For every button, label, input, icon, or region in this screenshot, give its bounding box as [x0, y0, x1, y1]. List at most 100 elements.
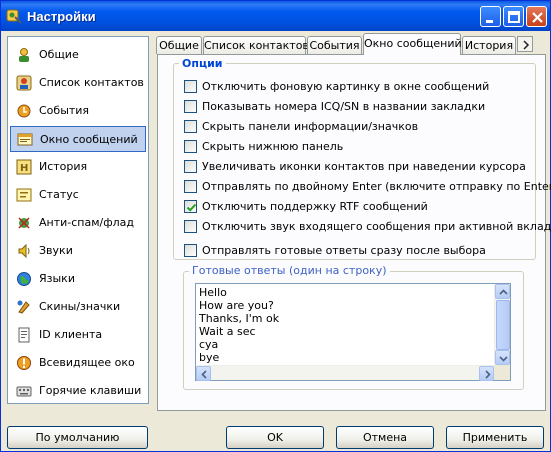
title-bar[interactable]: Настройки [1, 1, 550, 31]
sidebar-item-label: Всевидящее око [39, 356, 135, 369]
tab-message-window[interactable]: Окно сообщений [363, 33, 462, 55]
settings-window: Настройки Общие Список контактов События… [0, 0, 551, 452]
sidebar-item-antispam[interactable]: Анти-спам/флад [10, 210, 146, 236]
ok-button[interactable]: OK [226, 426, 324, 449]
antispam-icon [16, 215, 32, 231]
sidebar-item-label: Скины/значки [39, 300, 121, 313]
sound-icon [16, 243, 32, 259]
tab-general[interactable]: Общие [156, 36, 202, 54]
sidebar-item-label: Окно сообщений [40, 133, 138, 146]
reply-line: cya [199, 338, 219, 351]
sidebar-item-client-id[interactable]: ID клиента [10, 322, 146, 348]
reply-line: bye [199, 351, 220, 364]
sidebar-item-status[interactable]: Статус [10, 182, 146, 208]
sidebar-item-hotkeys[interactable]: Горячие клавиши [10, 378, 146, 404]
sidebar-item-label: События [39, 104, 90, 117]
button-label: OK [267, 431, 283, 444]
maximize-button[interactable] [503, 6, 524, 27]
tab-label: Общие [159, 39, 199, 52]
checkmark-icon [186, 203, 197, 212]
contacts-icon [16, 75, 32, 91]
defaults-button[interactable]: По умолчанию [7, 426, 148, 449]
replies-group-title: Готовые ответы (один на строку) [189, 264, 390, 277]
replies-textarea[interactable]: Hello How are you? Thanks, I'm ok Wait a… [195, 283, 511, 381]
checkbox-label: Увеличивать иконки контактов при наведен… [202, 160, 526, 173]
app-icon [6, 8, 22, 24]
horizontal-scrollbar[interactable] [196, 365, 494, 381]
reply-line: Thanks, I'm ok [199, 312, 280, 325]
sidebar-item-label: Звуки [39, 244, 73, 257]
checkbox-label: Показывать номера ICQ/SN в названии закл… [202, 100, 486, 113]
chevron-up-icon [499, 289, 508, 295]
tab-scroll-button[interactable] [517, 36, 533, 52]
scroll-thumb[interactable] [496, 300, 510, 350]
cancel-button[interactable]: Отмена [336, 426, 434, 449]
sidebar-item-message-window[interactable]: Окно сообщений [10, 126, 146, 152]
tab-contacts[interactable]: Список контактов [203, 36, 309, 54]
language-icon [16, 271, 32, 287]
events-icon [16, 103, 32, 119]
close-button[interactable] [526, 6, 547, 27]
checkbox[interactable] [184, 160, 197, 173]
checkbox[interactable] [184, 220, 197, 233]
checkbox[interactable] [184, 244, 197, 257]
chevron-right-icon [523, 40, 530, 50]
checkbox-label: Отправлять готовые ответы сразу после вы… [202, 244, 486, 257]
checkbox[interactable] [184, 200, 197, 213]
tab-label: История [464, 39, 514, 52]
options-group-title: Опции [179, 57, 226, 70]
checkbox-label: Скрыть панели информации/значков [202, 120, 419, 133]
scroll-corner [494, 365, 510, 380]
history-icon: H [16, 159, 32, 175]
status-icon [16, 187, 32, 203]
sidebar-item-label: Общие [39, 48, 79, 61]
scroll-right-button[interactable] [479, 366, 494, 381]
checkbox[interactable] [184, 140, 197, 153]
message-window-icon [17, 132, 33, 148]
scroll-down-button[interactable] [495, 350, 510, 365]
checkbox-label: Отправлять по двойному Enter (включите о… [202, 180, 551, 193]
tab-label: События [309, 39, 360, 52]
checkbox-label: Отключить звук входящего сообщения при а… [202, 220, 551, 233]
hotkeys-icon [16, 383, 32, 399]
chevron-down-icon [499, 356, 508, 362]
client-id-icon [16, 327, 32, 343]
reply-line: How are you? [199, 299, 274, 312]
checkbox[interactable] [184, 120, 197, 133]
reply-line: Wait a sec [199, 325, 256, 338]
sidebar-item-contacts[interactable]: Список контактов [10, 70, 146, 96]
checkbox[interactable] [184, 100, 197, 113]
window-title: Настройки [27, 9, 96, 24]
button-label: Применить [462, 431, 528, 444]
sidebar-item-label: Языки [39, 272, 75, 285]
scroll-left-button[interactable] [196, 366, 211, 381]
sidebar-item-general[interactable]: Общие [10, 42, 146, 68]
scroll-up-button[interactable] [495, 284, 510, 299]
checkbox-label: Отключить фоновую картинку в окне сообще… [202, 80, 490, 93]
sidebar-item-label: ID клиента [39, 328, 103, 341]
checkbox[interactable] [184, 180, 197, 193]
tab-label: Список контактов [204, 39, 309, 52]
all-seeing-eye-icon [16, 355, 32, 371]
sidebar-item-label: История [39, 160, 88, 173]
sidebar-item-skins[interactable]: Скины/значки [10, 294, 146, 320]
settings-category-list[interactable]: Общие Список контактов События Окно сооб… [7, 36, 149, 404]
sidebar-item-label: Горячие клавиши [39, 384, 142, 397]
skins-icon [16, 299, 32, 315]
apply-button[interactable]: Применить [446, 426, 544, 449]
tab-label: Окно сообщений [364, 37, 462, 50]
tab-history[interactable]: История [462, 36, 516, 54]
chevron-right-icon [485, 370, 491, 379]
sidebar-item-history[interactable]: H История [10, 154, 146, 180]
checkbox[interactable] [184, 80, 197, 93]
sidebar-item-languages[interactable]: Языки [10, 266, 146, 292]
sidebar-item-events[interactable]: События [10, 98, 146, 124]
minimize-button[interactable] [480, 6, 501, 27]
sidebar-item-sounds[interactable]: Звуки [10, 238, 146, 264]
vertical-scrollbar[interactable] [494, 284, 510, 366]
reply-line: Hello [199, 286, 227, 299]
sidebar-item-all-seeing-eye[interactable]: Всевидящее око [10, 350, 146, 376]
sidebar-item-label: Статус [39, 188, 79, 201]
tab-events[interactable]: События [307, 36, 362, 54]
button-label: По умолчанию [35, 431, 120, 444]
